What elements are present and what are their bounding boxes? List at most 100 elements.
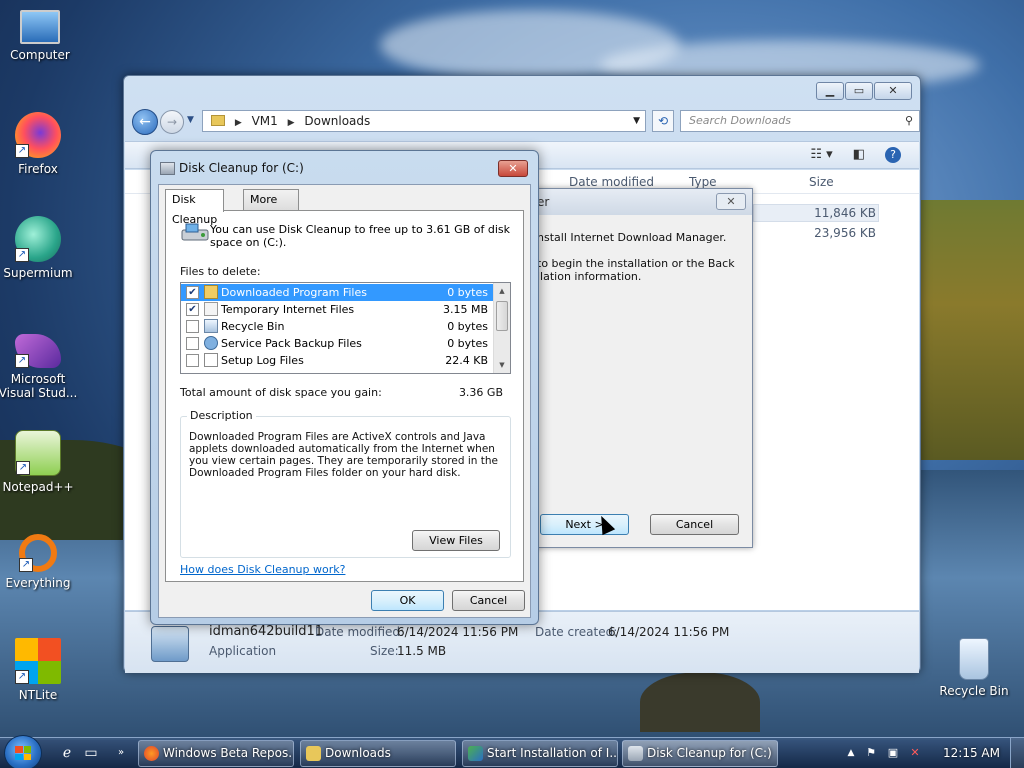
checkbox[interactable]: [186, 354, 199, 367]
installer-text-line: to begin the installation or the Back: [537, 257, 735, 270]
minimize-button[interactable]: ▁: [816, 82, 844, 100]
details-date-modified-label: Date modified:: [315, 625, 405, 639]
taskbar-item-label: Disk Cleanup for (C:): [647, 746, 772, 760]
volume-muted-icon[interactable]: ✕: [908, 746, 922, 760]
application-icon: [151, 626, 189, 662]
desktop-icon-label: NTLite: [18, 688, 58, 702]
show-hidden-icons-icon[interactable]: ▲: [844, 746, 858, 760]
desktop-icon-ntlite[interactable]: ↗ NTLite: [0, 638, 78, 702]
recent-pages-dropdown[interactable]: ▼: [187, 115, 194, 125]
installer-close-button[interactable]: ✕: [716, 193, 746, 210]
action-center-flag-icon[interactable]: ⚑: [864, 746, 878, 760]
total-label: Total amount of disk space you gain:: [180, 386, 382, 399]
checkbox[interactable]: ✔: [186, 286, 199, 299]
search-icon[interactable]: ⚲: [905, 111, 913, 131]
close-button[interactable]: ✕: [874, 82, 912, 100]
desktop-icon-label: Computer: [10, 48, 70, 62]
help-link[interactable]: How does Disk Cleanup work?: [180, 563, 345, 576]
address-dropdown-icon[interactable]: ▼: [633, 111, 640, 131]
document-icon: [204, 353, 218, 367]
change-view-icon[interactable]: ☷ ▾: [810, 147, 832, 163]
breadcrumb-vm1[interactable]: VM1: [252, 114, 278, 128]
refresh-button[interactable]: ⟲: [652, 110, 674, 132]
tab-panel: You can use Disk Cleanup to free up to 3…: [165, 210, 524, 582]
checkbox[interactable]: [186, 337, 199, 350]
list-item[interactable]: ✔ Downloaded Program Files 0 bytes: [181, 284, 494, 301]
address-toolbar: ← → ▼ ▶ VM1 ▶ Downloads ▼ ⟲ Search Downl…: [132, 109, 920, 135]
desktop-icon-notepadpp[interactable]: ↗ Notepad++: [0, 430, 78, 494]
desktop-icon-computer[interactable]: Computer: [0, 10, 80, 62]
disk-cleanup-icon: [628, 746, 643, 761]
intro-text: You can use Disk Cleanup to free up to 3…: [210, 223, 510, 249]
ntlite-icon: ↗: [15, 638, 61, 684]
address-bar[interactable]: ▶ VM1 ▶ Downloads ▼: [202, 110, 646, 132]
chevron-right-icon: ▶: [234, 118, 242, 128]
file-size: 11,846 KB: [814, 206, 876, 220]
column-date-modified[interactable]: Date modified: [569, 175, 654, 189]
taskbar-item-installer[interactable]: Start Installation of I...: [462, 740, 618, 767]
list-scrollbar[interactable]: ▲ ▼: [493, 283, 510, 373]
breadcrumb-downloads[interactable]: Downloads: [304, 114, 370, 128]
scroll-up-icon[interactable]: ▲: [494, 283, 510, 299]
forward-button[interactable]: →: [160, 110, 184, 134]
disk-cleanup-dialog[interactable]: Disk Cleanup for (C:) ✕ Disk Cleanup Mor…: [150, 150, 539, 625]
help-icon[interactable]: ?: [885, 147, 901, 163]
taskbar-item-disk-cleanup[interactable]: Disk Cleanup for (C:): [622, 740, 778, 767]
list-item[interactable]: Setup Log Files 22.4 KB: [181, 352, 494, 369]
view-controls: ☷ ▾ ◧ ?: [810, 147, 901, 163]
show-desktop-quick-icon[interactable]: ▭: [82, 744, 100, 762]
show-desktop-button[interactable]: [1010, 738, 1024, 768]
installer-dialog[interactable]: er ✕ nstall Internet Download Manager. t…: [530, 188, 753, 548]
column-size[interactable]: Size: [809, 175, 834, 189]
chevron-right-icon: ▶: [287, 118, 295, 128]
system-tray: ▲ ⚑ ▣ ✕ 12:15 AM: [834, 738, 1024, 768]
desktop-icon-label: Supermium: [3, 266, 73, 280]
preview-pane-icon[interactable]: ◧: [853, 147, 865, 163]
file-category-size: 0 bytes: [447, 337, 488, 350]
details-date-created: 6/14/2024 11:56 PM: [608, 625, 730, 639]
back-button[interactable]: ←: [132, 109, 158, 135]
ok-button[interactable]: OK: [371, 590, 444, 611]
list-item[interactable]: ✔ Temporary Internet Files 3.15 MB: [181, 301, 494, 318]
scroll-down-icon[interactable]: ▼: [494, 357, 510, 373]
desktop-icon-everything[interactable]: ↗ Everything: [0, 534, 78, 590]
file-category-size: 0 bytes: [447, 286, 488, 299]
next-button[interactable]: Next >: [540, 514, 629, 535]
desktop-icon-supermium[interactable]: ↗ Supermium: [0, 216, 78, 280]
list-item[interactable]: Service Pack Backup Files 0 bytes: [181, 335, 494, 352]
taskbar: ℯ ▭ » Windows Beta Repos... Downloads St…: [0, 735, 1024, 768]
clock[interactable]: 12:15 AM: [943, 746, 1000, 760]
files-to-delete-list[interactable]: ✔ Downloaded Program Files 0 bytes ✔ Tem…: [180, 282, 511, 374]
taskbar-item-firefox[interactable]: Windows Beta Repos...: [138, 740, 294, 767]
quick-launch-overflow-icon[interactable]: »: [112, 744, 130, 762]
search-placeholder: Search Downloads: [689, 114, 791, 127]
recycle-bin-icon: [959, 638, 989, 680]
tab-more-options[interactable]: More Options: [243, 189, 300, 226]
scroll-thumb[interactable]: [496, 301, 508, 331]
taskbar-item-downloads[interactable]: Downloads: [300, 740, 456, 767]
details-file-name: idman642build11: [209, 624, 324, 639]
checkbox[interactable]: ✔: [186, 303, 199, 316]
installer-cancel-button[interactable]: Cancel: [650, 514, 739, 535]
desktop-icon-recycle-bin[interactable]: Recycle Bin: [934, 638, 1014, 698]
computer-icon: [20, 10, 60, 44]
cancel-button[interactable]: Cancel: [452, 590, 525, 611]
file-category-name: Service Pack Backup Files: [221, 337, 362, 350]
close-icon[interactable]: ✕: [498, 160, 528, 177]
list-item[interactable]: Recycle Bin 0 bytes: [181, 318, 494, 335]
maximize-button[interactable]: ▭: [845, 82, 873, 100]
checkbox[interactable]: [186, 320, 199, 333]
column-type[interactable]: Type: [689, 175, 717, 189]
start-button[interactable]: [4, 735, 42, 768]
network-icon[interactable]: ▣: [886, 746, 900, 760]
tab-disk-cleanup[interactable]: Disk Cleanup: [165, 189, 225, 226]
desktop-icon-label: Notepad++: [2, 480, 74, 494]
view-files-button[interactable]: View Files: [412, 530, 500, 551]
file-category-name: Temporary Internet Files: [221, 303, 355, 316]
file-category-size: 22.4 KB: [445, 354, 488, 367]
ie-icon[interactable]: ℯ: [58, 744, 76, 762]
search-input[interactable]: Search Downloads ⚲: [680, 110, 920, 132]
file-category-size: 3.15 MB: [442, 303, 488, 316]
desktop-icon-firefox[interactable]: ↗ Firefox: [0, 112, 78, 176]
desktop-icon-visual-studio[interactable]: ↗ Microsoft Visual Stud...: [0, 334, 78, 400]
